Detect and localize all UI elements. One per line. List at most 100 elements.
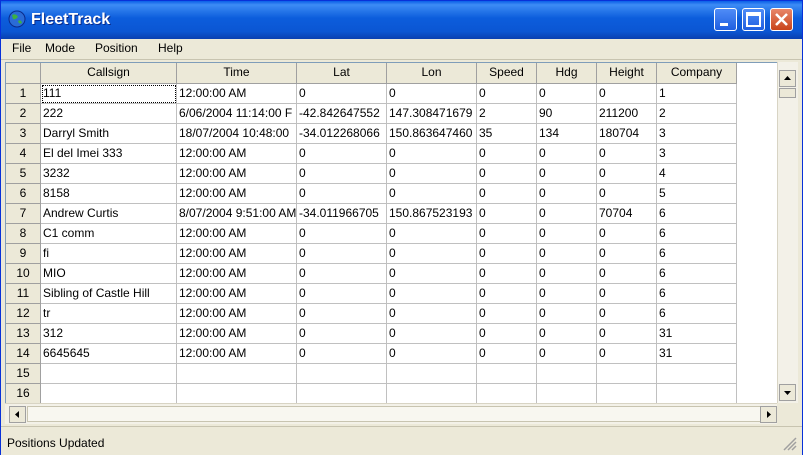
menu-file[interactable]: File [12,41,31,55]
grid-cell-callsign[interactable]: El del Imei 333 [41,144,177,164]
grid-cell-company[interactable]: 3 [657,124,737,144]
grid-cell-lat[interactable] [297,364,387,384]
grid-cell-lon[interactable] [387,384,477,404]
grid-corner[interactable] [6,63,41,84]
vertical-scrollbar[interactable] [777,62,798,403]
grid-cell-company[interactable]: 1 [657,84,737,104]
grid-cell-company[interactable]: 3 [657,144,737,164]
grid-cell-hdg[interactable]: 0 [537,244,597,264]
grid-cell-callsign[interactable] [41,384,177,404]
grid-cell-company[interactable]: 6 [657,224,737,244]
grid-cell-lon[interactable]: 150.867523193 [387,204,477,224]
grid-cell-time[interactable]: 6/06/2004 11:14:00 F [177,104,297,124]
grid-cell-time[interactable]: 12:00:00 AM [177,84,297,104]
row-header[interactable]: 11 [6,284,41,304]
vertical-scroll-thumb[interactable] [779,88,796,98]
grid-cell-speed[interactable]: 0 [477,244,537,264]
grid-cell-lat[interactable]: -42.842647552 [297,104,387,124]
grid-cell-speed[interactable]: 0 [477,304,537,324]
grid-cell-lat[interactable]: 0 [297,144,387,164]
row-header[interactable]: 13 [6,324,41,344]
column-header-lat[interactable]: Lat [297,63,387,84]
title-bar[interactable]: FleetTrack [1,1,802,39]
grid-cell-lon[interactable]: 0 [387,144,477,164]
grid-cell-company[interactable]: 6 [657,304,737,324]
column-header-hdg[interactable]: Hdg [537,63,597,84]
grid-cell-speed[interactable]: 35 [477,124,537,144]
grid-cell-height[interactable]: 180704 [597,124,657,144]
grid-cell-speed[interactable]: 0 [477,144,537,164]
grid-cell-speed[interactable]: 0 [477,264,537,284]
menu-mode[interactable]: Mode [45,41,75,55]
grid-cell-hdg[interactable]: 0 [537,184,597,204]
grid-cell-time[interactable]: 12:00:00 AM [177,164,297,184]
resize-grip-icon[interactable] [779,433,797,451]
menu-help[interactable]: Help [158,41,183,55]
grid-cell-lon[interactable]: 0 [387,304,477,324]
grid-cell-height[interactable]: 0 [597,164,657,184]
column-header-time[interactable]: Time [177,63,297,84]
grid-cell-lon[interactable]: 147.308471679 [387,104,477,124]
grid-cell-speed[interactable]: 0 [477,284,537,304]
menu-position[interactable]: Position [95,41,138,55]
grid-cell-hdg[interactable]: 0 [537,224,597,244]
grid-cell-lon[interactable]: 0 [387,344,477,364]
grid-cell-lat[interactable]: 0 [297,304,387,324]
maximize-button[interactable] [742,8,765,31]
grid-cell-height[interactable]: 0 [597,304,657,324]
grid-cell-time[interactable]: 12:00:00 AM [177,144,297,164]
grid-cell-height[interactable]: 70704 [597,204,657,224]
grid-cell-height[interactable]: 211200 [597,104,657,124]
grid-cell-speed[interactable]: 0 [477,324,537,344]
minimize-button[interactable] [714,8,737,31]
grid-cell-hdg[interactable]: 0 [537,344,597,364]
grid-cell-lat[interactable]: 0 [297,84,387,104]
grid-cell-speed[interactable] [477,364,537,384]
grid-cell-hdg[interactable]: 0 [537,324,597,344]
grid-cell-time[interactable]: 12:00:00 AM [177,184,297,204]
grid-cell-height[interactable]: 0 [597,324,657,344]
grid-cell-height[interactable] [597,364,657,384]
row-header[interactable]: 3 [6,124,41,144]
grid-cell-callsign[interactable]: Sibling of Castle Hill [41,284,177,304]
row-header[interactable]: 5 [6,164,41,184]
grid-cell-company[interactable]: 5 [657,184,737,204]
grid-cell-lat[interactable]: -34.011966705 [297,204,387,224]
grid-cell-callsign[interactable]: 6645645 [41,344,177,364]
grid-cell-lat[interactable]: 0 [297,344,387,364]
grid-cell-hdg[interactable]: 0 [537,204,597,224]
grid-cell-time[interactable]: 18/07/2004 10:48:00 [177,124,297,144]
grid-cell-callsign[interactable]: 222 [41,104,177,124]
grid-cell-time[interactable]: 8/07/2004 9:51:00 AM [177,204,297,224]
row-header[interactable]: 8 [6,224,41,244]
grid-cell-time[interactable]: 12:00:00 AM [177,244,297,264]
grid-cell-callsign[interactable]: 312 [41,324,177,344]
scroll-left-button[interactable] [9,406,26,423]
grid-cell-lon[interactable]: 150.863647460 [387,124,477,144]
grid-cell-lon[interactable]: 0 [387,164,477,184]
grid-cell-hdg[interactable]: 0 [537,304,597,324]
column-header-lon[interactable]: Lon [387,63,477,84]
horizontal-scroll-thumb[interactable] [27,406,767,422]
grid-cell-lat[interactable]: 0 [297,164,387,184]
close-button[interactable] [770,8,793,31]
grid-cell-lon[interactable] [387,364,477,384]
row-header[interactable]: 9 [6,244,41,264]
grid-cell-company[interactable]: 4 [657,164,737,184]
grid-cell-lon[interactable]: 0 [387,184,477,204]
grid-cell-lon[interactable]: 0 [387,224,477,244]
grid-cell-height[interactable] [597,384,657,404]
scroll-up-button[interactable] [779,70,796,87]
grid-cell-hdg[interactable] [537,364,597,384]
grid-cell-lat[interactable]: 0 [297,284,387,304]
grid-cell-hdg[interactable] [537,384,597,404]
grid-cell-hdg[interactable]: 0 [537,284,597,304]
grid-cell-speed[interactable]: 0 [477,84,537,104]
scroll-right-button[interactable] [760,406,777,423]
row-header[interactable]: 15 [6,364,41,384]
column-header-callsign[interactable]: Callsign [41,63,177,84]
grid-cell-hdg[interactable]: 0 [537,164,597,184]
grid-cell-lat[interactable]: 0 [297,224,387,244]
grid-cell-lat[interactable]: 0 [297,244,387,264]
grid-cell-hdg[interactable]: 0 [537,144,597,164]
